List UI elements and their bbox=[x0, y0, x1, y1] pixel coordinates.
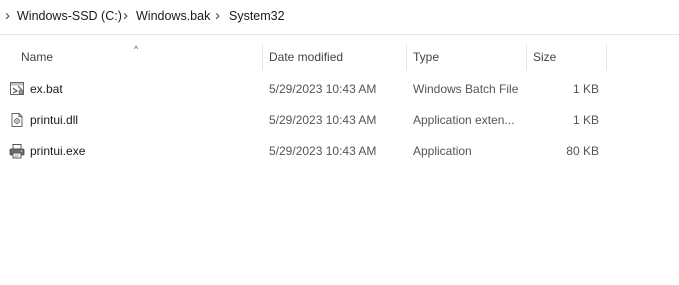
file-type: Application exten... bbox=[413, 113, 515, 127]
file-date-modified: 5/29/2023 10:43 AM bbox=[269, 113, 377, 127]
breadcrumb-item-system32[interactable]: System32 bbox=[229, 9, 285, 23]
breadcrumb-item-drive[interactable]: Windows-SSD (C:) bbox=[17, 9, 122, 23]
column-header-size[interactable]: Size bbox=[533, 50, 556, 64]
dll-file-icon bbox=[9, 112, 25, 128]
file-row[interactable]: printui.dll 5/29/2023 10:43 AM Applicati… bbox=[0, 108, 679, 132]
batch-file-icon bbox=[9, 81, 25, 97]
file-type: Windows Batch File bbox=[413, 82, 519, 96]
file-size: 80 KB bbox=[566, 144, 599, 158]
column-divider[interactable] bbox=[262, 44, 263, 70]
chevron-right-icon[interactable] bbox=[215, 10, 223, 22]
column-divider[interactable] bbox=[606, 44, 607, 70]
sort-ascending-icon: ^ bbox=[134, 44, 139, 54]
file-row[interactable]: ex.bat 5/29/2023 10:43 AM Windows Batch … bbox=[0, 77, 679, 101]
chevron-right-icon[interactable] bbox=[123, 10, 131, 22]
file-date-modified: 5/29/2023 10:43 AM bbox=[269, 144, 377, 158]
chevron-right-icon[interactable] bbox=[5, 10, 13, 22]
breadcrumb: Windows-SSD (C:) Windows.bak System32 bbox=[0, 0, 679, 35]
column-header-type[interactable]: Type bbox=[413, 50, 439, 64]
breadcrumb-item-windows-bak[interactable]: Windows.bak bbox=[136, 9, 210, 23]
file-name: printui.exe bbox=[30, 144, 86, 158]
file-size: 1 KB bbox=[572, 113, 599, 127]
column-divider[interactable] bbox=[406, 44, 407, 70]
printer-app-icon bbox=[9, 143, 25, 159]
column-header-row: ^ Name Date modified Type Size bbox=[0, 44, 679, 74]
file-size: 1 KB bbox=[572, 82, 599, 96]
column-header-date-modified[interactable]: Date modified bbox=[269, 50, 343, 64]
column-divider[interactable] bbox=[526, 44, 527, 70]
file-type: Application bbox=[413, 144, 472, 158]
file-row[interactable]: printui.exe 5/29/2023 10:43 AM Applicati… bbox=[0, 139, 679, 163]
file-name: printui.dll bbox=[30, 113, 79, 127]
file-name: ex.bat bbox=[30, 82, 63, 96]
column-header-name[interactable]: Name bbox=[21, 50, 53, 64]
file-date-modified: 5/29/2023 10:43 AM bbox=[269, 82, 377, 96]
